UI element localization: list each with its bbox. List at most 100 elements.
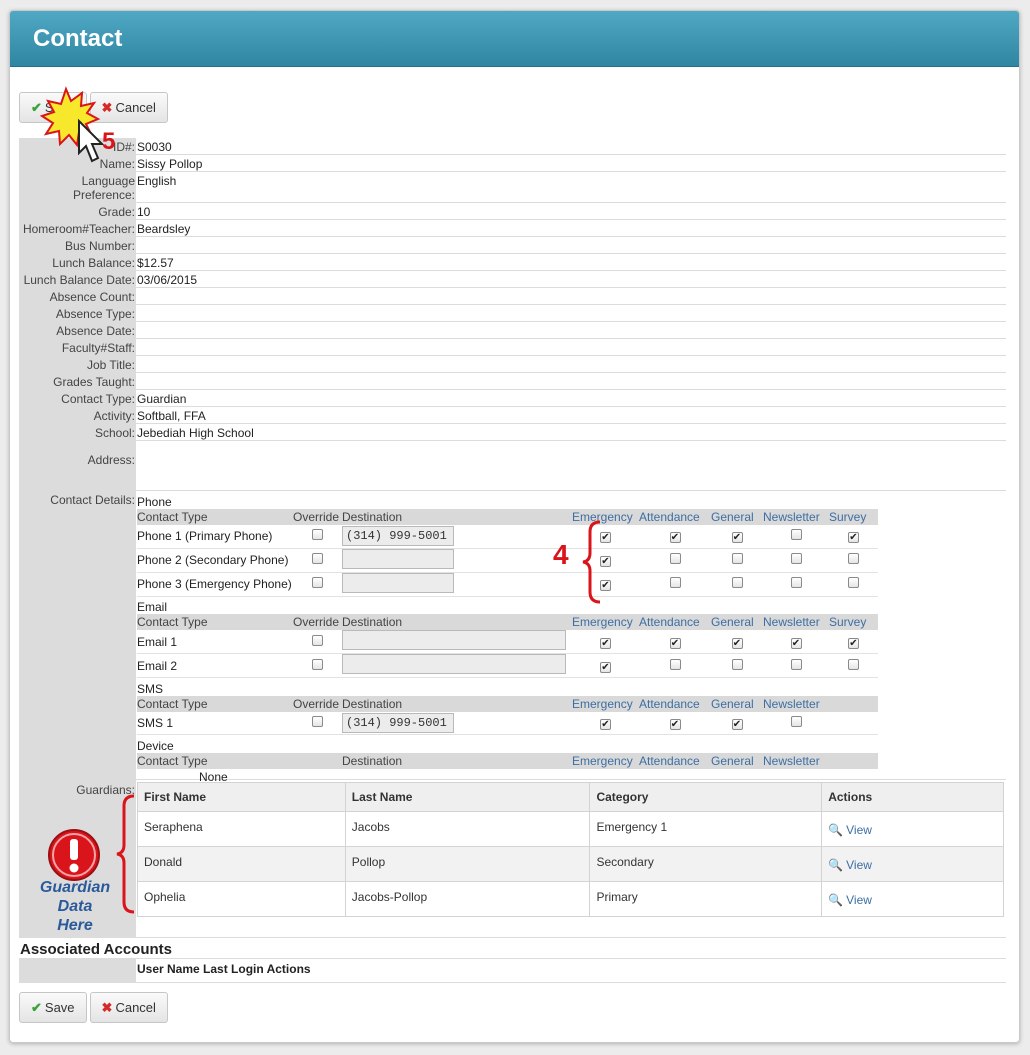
guardians-row: Guardians: First Name Last Name Category… — [19, 780, 1006, 938]
email-section-title: Email — [137, 600, 168, 614]
guardians-content: First Name Last Name Category Actions Se… — [136, 780, 1006, 937]
field-row-absence-count: Absence Count: — [19, 288, 1006, 305]
phone-section-title: Phone — [137, 495, 172, 509]
override-checkbox[interactable] — [312, 577, 323, 588]
general-checkbox[interactable]: ✔ — [731, 718, 743, 730]
col-attendance: Attendance — [639, 752, 711, 769]
guardians-header-row: First Name Last Name Category Actions — [137, 782, 1004, 812]
field-row-faculty: Faculty#Staff: — [19, 339, 1006, 356]
newsletter-checkbox[interactable] — [790, 553, 802, 564]
destination-field[interactable] — [342, 654, 566, 674]
attendance-checkbox[interactable]: ✔ — [669, 532, 681, 544]
survey-checkbox[interactable] — [848, 577, 859, 588]
override-checkbox[interactable] — [312, 529, 323, 541]
override-checkbox[interactable] — [312, 715, 323, 727]
field-label: Contact Type: — [19, 390, 136, 406]
magnifier-icon: 🔍 — [828, 858, 844, 872]
close-icon: ✖ — [101, 1000, 113, 1015]
field-row-school: School: Jebediah High School — [19, 424, 1006, 441]
newsletter-checkbox[interactable] — [790, 658, 802, 670]
attendance-checkbox[interactable]: ✔ — [669, 718, 681, 730]
attendance-checkbox[interactable] — [669, 577, 681, 588]
attendance-checkbox[interactable] — [669, 553, 681, 564]
view-link[interactable]: 🔍 View — [828, 823, 872, 837]
email-name: Email 2 — [137, 653, 293, 678]
col-newsletter: Newsletter — [763, 695, 829, 712]
field-row-activity: Activity: Softball, FFA — [19, 407, 1006, 424]
guardian-last-name: Jacobs — [344, 811, 591, 847]
attendance-checkbox[interactable]: ✔ — [669, 637, 681, 649]
cancel-label: Cancel — [115, 1000, 156, 1015]
warning-icon — [48, 829, 100, 881]
phone-row: Phone 3 (Emergency Phone) ✔ — [137, 572, 878, 597]
survey-checkbox[interactable] — [848, 553, 859, 564]
cancel-button-bottom[interactable]: ✖ Cancel — [89, 992, 168, 1023]
field-label: Address: — [19, 441, 136, 490]
contact-details-row: Contact Details: Phone Contact Type Over… — [19, 491, 1006, 784]
override-checkbox[interactable] — [312, 658, 323, 670]
phone-name: Phone 1 (Primary Phone) — [137, 525, 293, 549]
guardian-last-name: Pollop — [344, 846, 591, 882]
view-link[interactable]: 🔍 View — [828, 858, 872, 872]
field-value: 03/06/2015 — [137, 273, 198, 287]
emergency-checkbox[interactable]: ✔ — [600, 718, 611, 730]
newsletter-checkbox[interactable] — [790, 715, 802, 727]
guardian-row: Seraphena Jacobs Emergency 1 🔍 View — [137, 811, 1004, 847]
email-name: Email 1 — [137, 630, 293, 654]
save-button-bottom[interactable]: ✔ Save — [19, 992, 87, 1023]
general-checkbox[interactable] — [731, 658, 743, 670]
destination-field[interactable]: (314) 999-5001 — [342, 526, 454, 547]
col-emergency: Emergency — [572, 695, 639, 712]
destination-field[interactable] — [342, 548, 454, 569]
emergency-checkbox[interactable]: ✔ — [600, 661, 611, 673]
col-general: General — [711, 695, 763, 712]
email-header-row: Contact Type Override Destination Emerge… — [137, 614, 878, 630]
emergency-checkbox[interactable]: ✔ — [600, 637, 611, 649]
email-row: Email 2 ✔ — [137, 653, 878, 678]
field-value: Guardian — [137, 392, 187, 406]
field-row-grades-taught: Grades Taught: — [19, 373, 1006, 390]
field-value — [136, 373, 1006, 389]
attendance-checkbox[interactable] — [669, 658, 681, 670]
magnifier-icon: 🔍 — [828, 893, 844, 907]
col-override: Override — [293, 614, 342, 630]
general-checkbox[interactable] — [731, 577, 743, 588]
col-destination: Destination — [342, 695, 572, 712]
newsletter-checkbox[interactable] — [790, 577, 802, 588]
click-burst-annotation — [39, 86, 105, 163]
newsletter-checkbox[interactable] — [790, 529, 802, 541]
override-checkbox[interactable] — [312, 634, 323, 646]
override-checkbox[interactable] — [312, 553, 323, 564]
field-label: Absence Count: — [19, 288, 136, 304]
field-label: Faculty#Staff: — [19, 339, 136, 355]
guardians-table: First Name Last Name Category Actions Se… — [137, 782, 1004, 917]
survey-checkbox[interactable]: ✔ — [848, 637, 859, 649]
col-emergency: Emergency — [572, 614, 639, 630]
col-destination: Destination — [342, 509, 572, 525]
field-label: Language Preference: — [19, 172, 136, 202]
destination-field[interactable]: (314) 999-5001 — [342, 712, 454, 733]
general-checkbox[interactable]: ✔ — [731, 637, 743, 649]
col-last-name: Last Name — [344, 782, 591, 812]
survey-checkbox[interactable]: ✔ — [848, 532, 859, 544]
col-first-name: First Name — [137, 782, 346, 812]
field-row-name: Name: Sissy Pollop — [19, 155, 1006, 172]
brace-annotation-guardians — [116, 794, 135, 914]
contact-details-content: Phone Contact Type Override Destination … — [136, 491, 1006, 784]
destination-field[interactable] — [342, 630, 566, 650]
newsletter-checkbox[interactable]: ✔ — [790, 637, 802, 649]
field-row-language: Language Preference: English — [19, 172, 1006, 203]
col-destination: Destination — [342, 752, 572, 769]
survey-checkbox[interactable] — [848, 658, 859, 670]
general-checkbox[interactable] — [731, 553, 743, 564]
destination-field[interactable] — [342, 572, 454, 593]
field-value: English — [137, 174, 177, 188]
device-section-title: Device — [137, 738, 174, 753]
col-override: Override — [293, 509, 342, 525]
general-checkbox[interactable]: ✔ — [731, 532, 743, 544]
phone-row: Phone 1 (Primary Phone) (314) 999-5001 ✔… — [137, 525, 878, 549]
phone-header-row: Contact Type Override Destination Emerge… — [137, 509, 878, 525]
field-value — [136, 305, 1006, 321]
sms-header-row: Contact Type Override Destination Emerge… — [137, 695, 878, 712]
view-link[interactable]: 🔍 View — [828, 893, 872, 907]
